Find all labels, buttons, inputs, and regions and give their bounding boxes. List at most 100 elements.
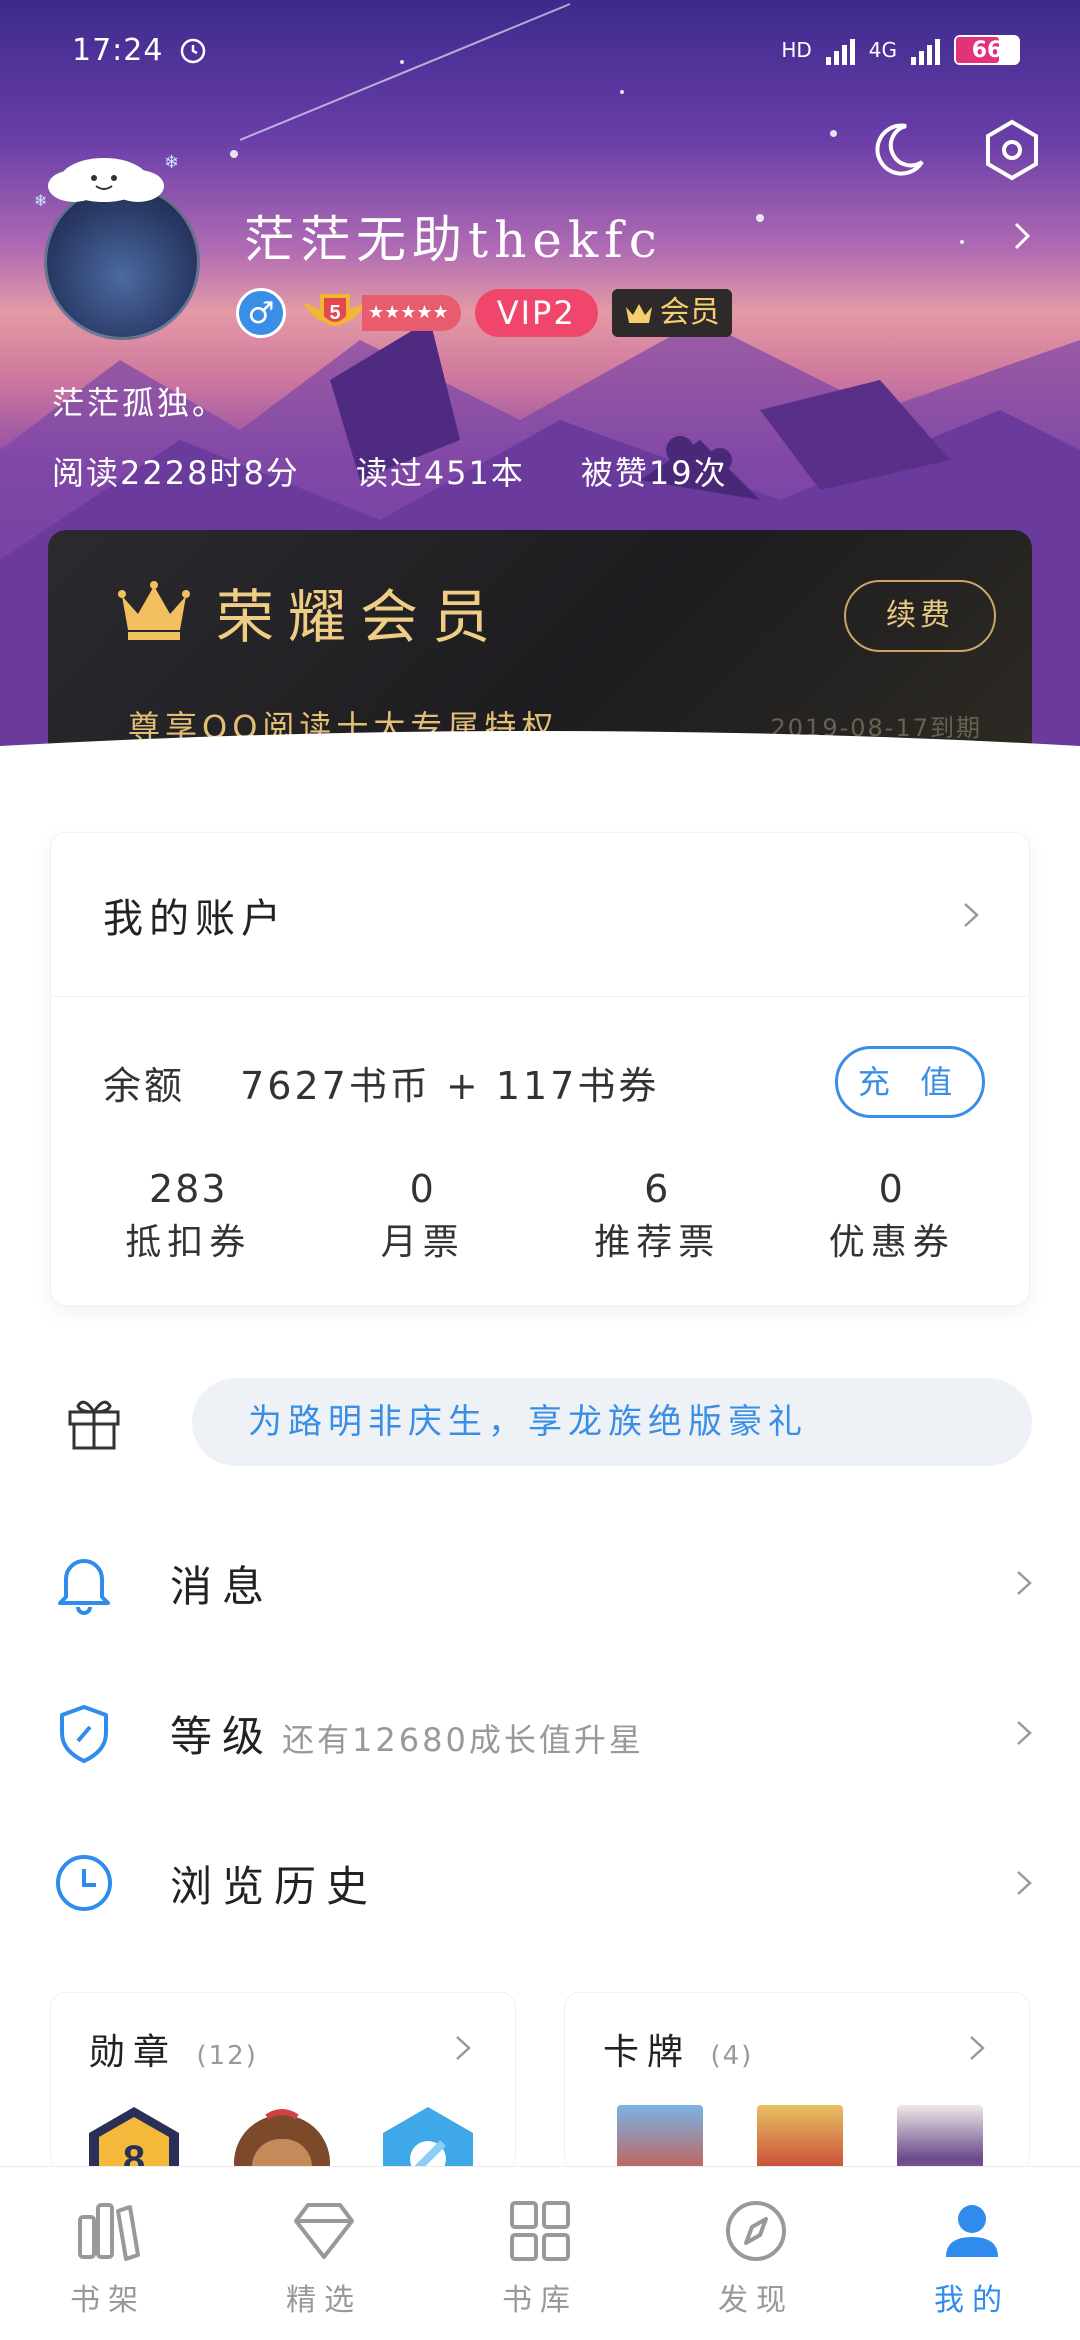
status-bar: 17:24 HD 4G 66	[72, 28, 1020, 72]
nav-featured[interactable]: 精选	[216, 2167, 432, 2340]
coupon-count: 283	[148, 1167, 228, 1211]
alarm-icon	[181, 38, 206, 64]
promo-banner[interactable]: 为路明非庆生，享龙族绝版豪礼	[192, 1378, 1032, 1466]
level-stars: ★★★★★	[362, 295, 461, 331]
renew-button[interactable]: 续费	[844, 580, 996, 652]
signal-icon	[911, 35, 940, 65]
level-number: 5	[329, 302, 340, 324]
nav-label: 精选	[286, 2283, 362, 2318]
chevron-right-icon	[1017, 1721, 1032, 1745]
nav-label: 我的	[934, 2283, 1010, 2318]
medal-icon	[383, 2107, 473, 2171]
menu-label: 等级 还有12680成长值升星	[170, 1703, 644, 1764]
cards-title: 卡牌 (4)	[603, 2032, 754, 2073]
nav-library[interactable]: 书库	[432, 2167, 648, 2340]
header-curve	[0, 731, 1080, 780]
network-type: 4G	[868, 38, 897, 62]
likes-received: 被赞19次	[580, 454, 728, 492]
books-read: 读过451本	[355, 454, 525, 492]
svg-text:❄: ❄	[34, 191, 47, 208]
coupon-discount[interactable]: 0 优惠券	[775, 1167, 1010, 1265]
menu-item-messages[interactable]: 消息	[0, 1528, 1080, 1638]
star-decoration	[620, 90, 624, 94]
medals-box[interactable]: 勋章 (12) 8	[50, 1992, 516, 2172]
coupon-recommend-ticket[interactable]: 6 推荐票	[540, 1167, 775, 1265]
star-decoration	[830, 130, 837, 137]
balance-label: 余额	[103, 1063, 186, 1108]
member-badge[interactable]: 会员	[611, 289, 732, 337]
profile-header: 17:24 HD 4G 66 ❄ ❄ 茫茫无助thekfc ♂ 5 ★★★★★ …	[0, 0, 1080, 780]
nav-label: 书库	[502, 2283, 578, 2318]
medals-count: (12)	[196, 2041, 258, 2071]
avatar-frame-cloud: ❄ ❄	[34, 152, 179, 208]
crown-icon	[118, 581, 190, 640]
my-account-row[interactable]: 我的账户	[51, 833, 1029, 997]
menu-item-history[interactable]: 浏览历史	[0, 1828, 1080, 1938]
compass-icon	[726, 2201, 786, 2261]
card-thumbnail	[897, 2105, 983, 2171]
nav-label: 书架	[70, 2283, 146, 2318]
coupon-name: 抵扣券	[125, 1222, 252, 1263]
medal-icon: 8	[89, 2107, 179, 2171]
level-hint: 还有12680成长值升星	[282, 1720, 644, 1759]
hd-indicator: HD	[781, 38, 812, 62]
grid-icon	[510, 2201, 570, 2261]
chevron-right-icon	[970, 2036, 985, 2060]
chevron-right-icon[interactable]	[1004, 218, 1040, 254]
nav-bookshelf[interactable]: 书架	[0, 2167, 216, 2340]
member-badge-label: 会员	[659, 295, 720, 330]
chevron-right-icon	[1017, 1571, 1032, 1595]
bottom-navigation: 书架 精选 书库 发现 我的	[0, 2166, 1080, 2340]
bookshelf-icon	[78, 2203, 140, 2261]
card-thumbnail	[617, 2105, 703, 2171]
honor-title: 荣耀会员	[216, 583, 505, 651]
menu-label: 浏览历史	[170, 1861, 379, 1911]
coupon-deduction[interactable]: 283 抵扣券	[71, 1167, 306, 1265]
coupon-name: 月票	[380, 1222, 465, 1263]
night-mode-icon[interactable]	[866, 118, 930, 182]
nav-mine[interactable]: 我的	[864, 2167, 1080, 2340]
coupon-name: 优惠券	[828, 1222, 955, 1263]
menu-label: 消息	[170, 1561, 275, 1611]
menu-item-level[interactable]: 等级 还有12680成长值升星	[0, 1678, 1080, 1788]
nav-label: 发现	[718, 2283, 794, 2318]
user-signature: 茫茫孤独。	[52, 384, 228, 422]
coupon-stats: 283 抵扣券 0 月票 6 推荐票 0 优惠券	[51, 1167, 1029, 1265]
clock-icon	[56, 1855, 112, 1911]
coupon-monthly-ticket[interactable]: 0 月票	[306, 1167, 541, 1265]
balance-value: 7627书币 + 117书券	[240, 1063, 660, 1108]
status-time: 17:24	[72, 32, 164, 68]
level-badge[interactable]: 5 ★★★★★	[300, 291, 461, 335]
person-icon	[946, 2205, 998, 2257]
chevron-right-icon	[964, 902, 979, 927]
gift-icon	[68, 1400, 120, 1450]
star-decoration	[230, 150, 238, 158]
balance-row: 余额 7627书币 + 117书券 充 值	[51, 997, 1029, 1167]
reading-stats: 阅读2228时8分 读过451本 被赞19次	[52, 448, 728, 494]
medals-title: 勋章 (12)	[89, 2032, 258, 2073]
coupon-count: 0	[878, 1167, 905, 1211]
diamond-icon	[294, 2203, 354, 2259]
settings-icon[interactable]	[980, 118, 1044, 182]
star-decoration	[960, 240, 964, 244]
username[interactable]: 茫茫无助thekfc	[244, 200, 663, 272]
nav-discover[interactable]: 发现	[648, 2167, 864, 2340]
svg-text:❄: ❄	[164, 152, 179, 173]
coupon-name: 推荐票	[594, 1222, 721, 1263]
vip-badge[interactable]: VIP2	[474, 289, 598, 337]
signal-icon	[825, 35, 855, 65]
account-title: 我的账户	[103, 895, 287, 942]
shooting-star	[240, 3, 571, 141]
medal-icon	[234, 2109, 330, 2171]
star-decoration	[756, 214, 764, 222]
gender-male-icon: ♂	[236, 288, 286, 338]
shield-icon	[60, 1705, 108, 1763]
bell-icon	[58, 1559, 110, 1615]
coupon-count: 6	[644, 1167, 671, 1211]
level-label: 等级	[170, 1711, 275, 1761]
chevron-right-icon	[1017, 1871, 1032, 1895]
cards-box[interactable]: 卡牌 (4)	[564, 1992, 1030, 2172]
card-thumbnail	[757, 2105, 843, 2171]
chevron-right-icon	[456, 2036, 471, 2060]
recharge-button[interactable]: 充 值	[835, 1046, 985, 1118]
